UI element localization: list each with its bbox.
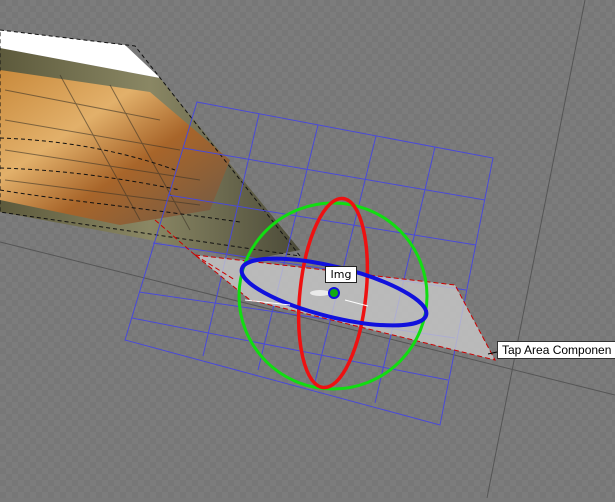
- scene-viewport[interactable]: Img Tap Area Componen: [0, 0, 615, 499]
- img-element-label[interactable]: Img: [325, 266, 357, 283]
- pivot-dot-icon[interactable]: [328, 287, 340, 299]
- tap-area-component-label[interactable]: Tap Area Componen: [497, 341, 615, 359]
